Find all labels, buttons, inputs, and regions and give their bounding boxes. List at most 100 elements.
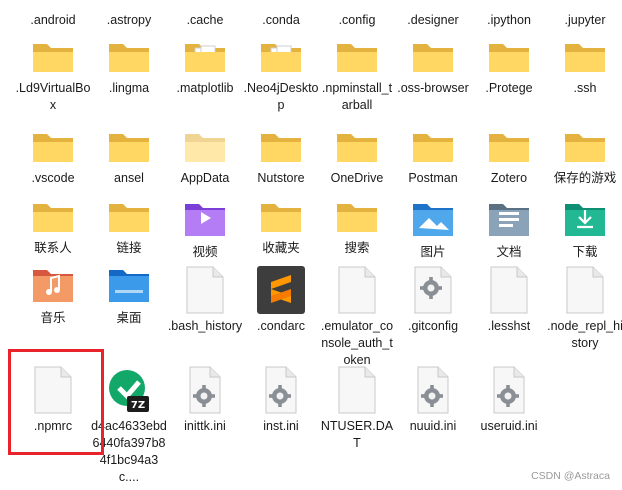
file-item[interactable]: .gitconfig: [395, 266, 471, 335]
file-item[interactable]: inittk.ini: [167, 366, 243, 435]
file-item-label: OneDrive: [330, 171, 384, 185]
file-item[interactable]: .bash_history: [167, 266, 243, 335]
folder-faded-icon: [167, 130, 243, 166]
file-item[interactable]: .oss-browser: [395, 40, 471, 97]
file-item[interactable]: Postman: [395, 130, 471, 187]
file-item-label: .config: [338, 13, 376, 27]
file-item[interactable]: 音乐: [15, 266, 91, 327]
file-item-label: inittk.ini: [184, 419, 226, 433]
folder-icon: [319, 200, 395, 236]
folder-with-files-icon: [167, 40, 243, 76]
file-item[interactable]: AppData: [167, 130, 243, 187]
file-item[interactable]: 7Z d4ac4633ebd6440fa397b84f1bc94a3c....: [91, 366, 167, 486]
watermark: CSDN @Astraca: [531, 470, 610, 482]
file-item-label: 保存的游戏: [553, 171, 617, 185]
documents-folder-icon: [471, 200, 547, 240]
file-item-label: 文档: [496, 245, 522, 259]
file-item[interactable]: .lesshst: [471, 266, 547, 335]
file-item-label: 桌面: [116, 311, 142, 325]
file-item[interactable]: .npminstall_tarball: [319, 40, 395, 114]
file-item[interactable]: .designer: [395, 12, 471, 29]
file-icon: [319, 366, 395, 414]
file-icon: [15, 366, 91, 414]
settings-file-icon: [395, 366, 471, 414]
gear-file-icon: [395, 266, 471, 314]
file-item[interactable]: .astropy: [91, 12, 167, 29]
file-item-label: .Neo4jDesktop: [243, 81, 319, 112]
file-item-label: .Protege: [485, 81, 533, 95]
file-item[interactable]: 搜索: [319, 200, 395, 257]
settings-file-icon: [471, 366, 547, 414]
file-item-label: nuuid.ini: [409, 419, 457, 433]
file-item-label: .Ld9VirtualBox: [15, 81, 91, 112]
file-icon: [167, 266, 243, 314]
file-item[interactable]: inst.ini: [243, 366, 319, 435]
file-item[interactable]: OneDrive: [319, 130, 395, 187]
folder-icon: [15, 130, 91, 166]
file-item-label: 搜索: [344, 241, 370, 255]
file-item-label: .oss-browser: [397, 81, 469, 95]
file-item-label: ansel: [114, 171, 144, 185]
file-item[interactable]: .vscode: [15, 130, 91, 187]
file-item[interactable]: .ipython: [471, 12, 547, 29]
downloads-folder-icon: [547, 200, 622, 240]
file-item[interactable]: Nutstore: [243, 130, 319, 187]
folder-icon: [91, 200, 167, 236]
file-item-label: 收藏夹: [262, 241, 300, 255]
file-item[interactable]: .matplotlib: [167, 40, 243, 97]
videos-folder-icon: [167, 200, 243, 240]
file-item[interactable]: nuuid.ini: [395, 366, 471, 435]
file-item[interactable]: 下载: [547, 200, 622, 261]
file-icon: [547, 266, 622, 314]
file-item-label: .ssh: [573, 81, 597, 95]
file-icon: [319, 266, 395, 314]
file-item[interactable]: .config: [319, 12, 395, 29]
file-item[interactable]: .jupyter: [547, 12, 622, 29]
file-item[interactable]: .npmrc: [15, 366, 91, 435]
file-item[interactable]: Zotero: [471, 130, 547, 187]
folder-icon: [395, 130, 471, 166]
file-item[interactable]: .emulator_console_auth_token: [319, 266, 395, 369]
file-item-label: .npmrc: [33, 419, 73, 433]
file-item-label: 链接: [116, 241, 142, 255]
file-item[interactable]: useruid.ini: [471, 366, 547, 435]
7zip-archive-icon: 7Z: [91, 366, 167, 414]
file-item[interactable]: 桌面: [91, 266, 167, 327]
file-item[interactable]: .condarc: [243, 266, 319, 335]
file-item[interactable]: .cache: [167, 12, 243, 29]
file-item[interactable]: 文档: [471, 200, 547, 261]
file-item[interactable]: .android: [15, 12, 91, 29]
folder-icon: [15, 40, 91, 76]
file-item[interactable]: ansel: [91, 130, 167, 187]
file-item-label: NTUSER.DAT: [320, 419, 394, 450]
sublime-text-icon: [243, 266, 319, 314]
file-item[interactable]: .Protege: [471, 40, 547, 97]
folder-icon: [471, 130, 547, 166]
file-item[interactable]: .Neo4jDesktop: [243, 40, 319, 114]
file-item-label: 下载: [572, 245, 598, 259]
file-item-label: .vscode: [31, 171, 75, 185]
file-item[interactable]: .Ld9VirtualBox: [15, 40, 91, 114]
file-item[interactable]: 图片: [395, 200, 471, 261]
file-item-label: Nutstore: [257, 171, 305, 185]
file-item-label: 联系人: [34, 241, 72, 255]
desktop-folder-icon: [91, 266, 167, 306]
file-item-label: 音乐: [40, 311, 66, 325]
settings-file-icon: [167, 366, 243, 414]
file-item[interactable]: 视频: [167, 200, 243, 261]
file-item[interactable]: 保存的游戏: [547, 130, 622, 187]
file-item[interactable]: 联系人: [15, 200, 91, 257]
file-item[interactable]: .node_repl_history: [547, 266, 622, 352]
file-item[interactable]: .lingma: [91, 40, 167, 97]
file-item[interactable]: 链接: [91, 200, 167, 257]
file-item[interactable]: .conda: [243, 12, 319, 29]
file-item[interactable]: NTUSER.DAT: [319, 366, 395, 452]
file-item[interactable]: 收藏夹: [243, 200, 319, 257]
file-item[interactable]: .ssh: [547, 40, 622, 97]
file-item-label: .npminstall_tarball: [321, 81, 393, 112]
music-folder-icon: [15, 266, 91, 306]
file-item-label: .node_repl_history: [547, 319, 622, 350]
folder-icon: [319, 40, 395, 76]
folder-with-files-icon: [243, 40, 319, 76]
file-item-label: .lesshst: [487, 319, 531, 333]
